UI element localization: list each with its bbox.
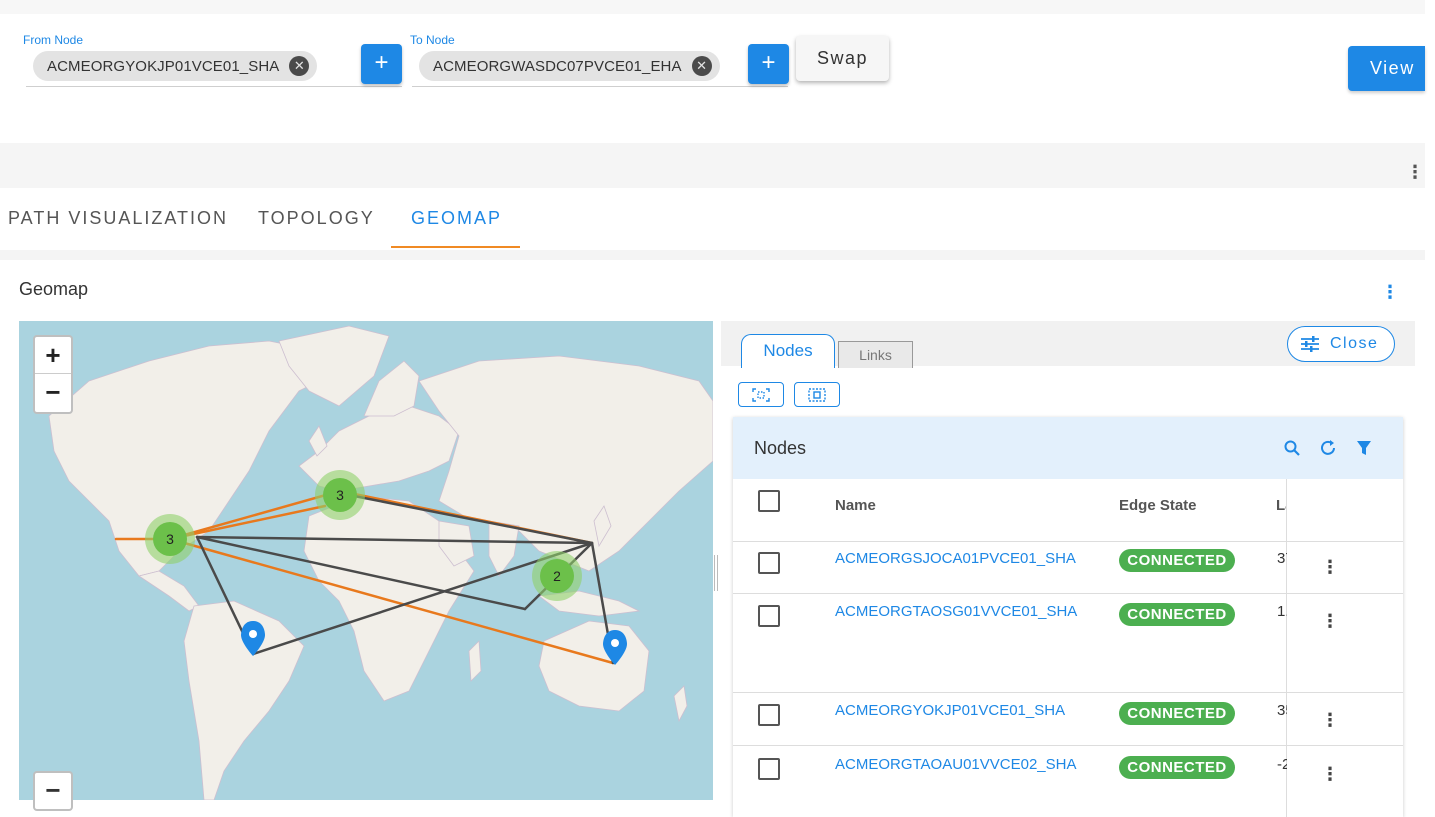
add-to-node-button[interactable]: + [748,44,789,84]
from-node-label: From Node [23,33,84,47]
row-checkbox[interactable] [758,605,780,627]
top-strip [0,0,1425,14]
from-node-chip-text: ACMEORGYOKJP01VCE01_SHA [47,57,280,75]
remove-to-node-icon[interactable]: ✕ [691,56,712,76]
tabs-separator [0,250,1425,260]
to-node-label: To Node [410,33,455,47]
panel-tab-links[interactable]: Links [838,341,913,368]
land-central-america [138,570,200,612]
sliders-icon [1301,336,1319,352]
to-node-field[interactable]: ACMEORGWASDC07PVCE01_EHA ✕ [412,51,788,87]
close-panel-button[interactable]: Close [1287,326,1395,362]
row-divider [733,692,1403,693]
row-more-icon[interactable]: ⋮ [1321,764,1339,785]
row-more-icon[interactable]: ⋮ [1321,611,1339,632]
tab-geomap[interactable]: GEOMAP [411,208,502,229]
column-header-name[interactable]: Name [835,497,876,514]
node-name-link[interactable]: ACMEORGYOKJP01VCE01_SHA [835,702,1065,719]
column-header-edge-state[interactable]: Edge State [1119,497,1197,514]
map-canvas: 3 3 2 [48,325,713,800]
land-masses [48,325,713,800]
view-button[interactable]: View [1348,46,1425,91]
close-panel-label: Close [1330,335,1379,352]
cluster-europe-count: 3 [336,487,344,503]
status-badge: CONNECTED [1119,702,1235,725]
toolbar-band [0,143,1425,188]
status-badge: CONNECTED [1119,549,1235,572]
zoom-out-button[interactable]: − [35,374,71,411]
select-all-button[interactable] [738,382,784,407]
active-tab-indicator [391,246,520,248]
page-more-icon[interactable]: ⋮ [1406,163,1424,181]
select-corners-icon [752,387,770,402]
row-checkbox[interactable] [758,552,780,574]
status-badge: CONNECTED [1119,756,1235,779]
remove-from-node-icon[interactable]: ✕ [289,56,310,76]
panel-resize-handle[interactable] [714,555,718,591]
map-secondary-control-button[interactable]: − [33,771,73,811]
cluster-north-america-count: 3 [166,531,174,547]
row-checkbox[interactable] [758,704,780,726]
from-node-chip: ACMEORGYOKJP01VCE01_SHA ✕ [33,51,318,81]
search-icon[interactable] [1281,437,1303,459]
row-more-icon[interactable]: ⋮ [1321,710,1339,731]
swap-button[interactable]: Swap [796,36,889,81]
row-checkbox[interactable] [758,758,780,780]
row-divider [733,593,1403,594]
tab-path-visualization[interactable]: PATH VISUALIZATION [8,208,228,229]
to-node-chip-text: ACMEORGWASDC07PVCE01_EHA [433,57,682,75]
world-map[interactable]: 3 3 2 [19,321,713,800]
latitude-value: -2 [1277,756,1287,773]
select-box-icon [808,387,826,402]
from-node-field[interactable]: ACMEORGYOKJP01VCE01_SHA ✕ [26,51,402,87]
map-zoom-control: + − [33,335,73,414]
deselect-button[interactable] [794,382,840,407]
land-madagascar [468,640,482,682]
refresh-icon[interactable] [1317,437,1339,459]
select-all-checkbox[interactable] [758,490,780,512]
latitude-value: 1. [1277,603,1287,620]
row-divider [733,745,1403,746]
geomap-title: Geomap [19,279,89,299]
tab-topology[interactable]: TOPOLOGY [258,208,375,229]
node-name-link[interactable]: ACMEORGTAOSG01VVCE01_SHA [835,603,1077,620]
details-panel: Nodes Links Close Nodes Name Edge State … [721,321,1415,817]
nodes-grid: Nodes Name Edge State La ACMEORGSJOCA01P… [733,417,1403,817]
cluster-southeast-asia[interactable]: 2 [532,551,582,601]
status-badge: CONNECTED [1119,603,1235,626]
filter-icon[interactable] [1353,437,1375,459]
row-divider [733,541,1403,542]
node-name-link[interactable]: ACMEORGTAOAU01VVCE02_SHA [835,756,1076,773]
node-name-link[interactable]: ACMEORGSJOCA01PVCE01_SHA [835,550,1076,567]
cluster-north-america[interactable]: 3 [145,514,195,564]
row-more-icon[interactable]: ⋮ [1321,557,1339,578]
cluster-europe[interactable]: 3 [315,470,365,520]
geomap-more-icon[interactable]: ⋮ [1381,283,1399,301]
nodes-grid-title: Nodes [754,438,807,458]
to-node-chip: ACMEORGWASDC07PVCE01_EHA ✕ [419,51,720,81]
add-from-node-button[interactable]: + [361,44,402,84]
zoom-in-button[interactable]: + [35,337,71,374]
land-new-zealand [673,685,688,723]
panel-tab-nodes[interactable]: Nodes [741,334,835,368]
latitude-value: 35 [1277,702,1287,719]
cluster-southeast-asia-count: 2 [553,568,561,584]
latitude-value: 37 [1277,550,1287,567]
land-australia [538,620,650,712]
